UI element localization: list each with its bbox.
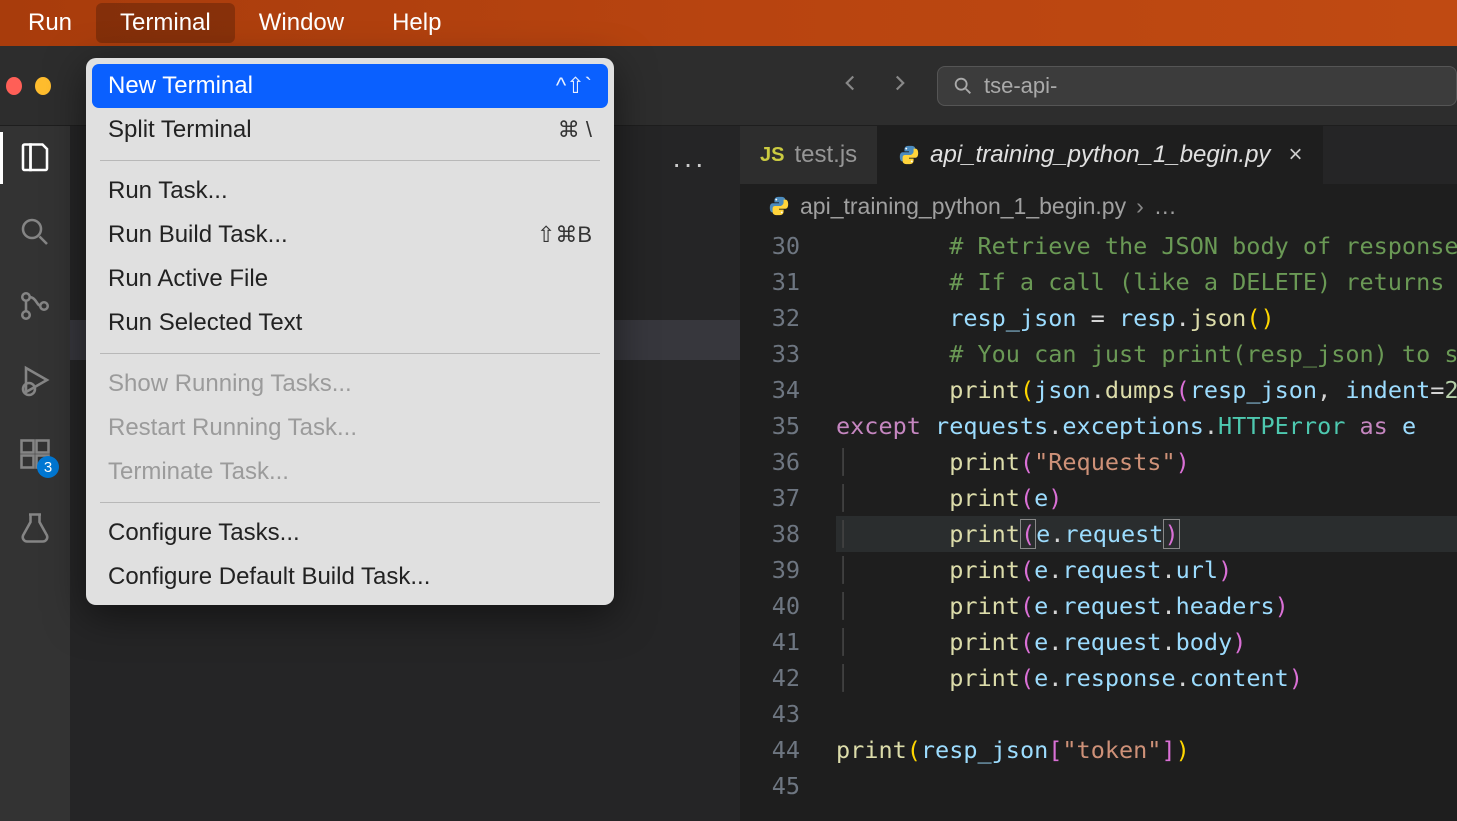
menu-item-run-selected-text[interactable]: Run Selected Text bbox=[86, 301, 614, 345]
menu-item-terminate-task: Terminate Task... bbox=[86, 450, 614, 494]
menu-shortcut: ^⇧` bbox=[556, 73, 592, 99]
menu-item-run-build-task[interactable]: Run Build Task... ⇧⌘B bbox=[86, 213, 614, 257]
menu-item-label: Run Task... bbox=[108, 177, 228, 205]
traffic-lights bbox=[0, 77, 80, 95]
activity-explorer[interactable] bbox=[15, 138, 55, 178]
editor-area: JS test.js api_training_python_1_begin.py ×… bbox=[740, 126, 1457, 821]
activity-scm[interactable] bbox=[15, 286, 55, 326]
menu-run[interactable]: Run bbox=[4, 3, 96, 43]
nav-back-button[interactable] bbox=[837, 70, 863, 101]
breadcrumb-file: api_training_python_1_begin.py bbox=[800, 193, 1126, 220]
nav-forward-button[interactable] bbox=[887, 70, 913, 101]
window-close-button[interactable] bbox=[6, 77, 22, 95]
editor-tabs: JS test.js api_training_python_1_begin.py × bbox=[740, 126, 1457, 184]
tab-api_training_python_1_begin.py[interactable]: api_training_python_1_begin.py × bbox=[878, 126, 1323, 184]
menu-item-show-running-tasks: Show Running Tasks... bbox=[86, 362, 614, 406]
activity-run-debug[interactable] bbox=[15, 360, 55, 400]
menu-item-run-task[interactable]: Run Task... bbox=[86, 169, 614, 213]
python-icon bbox=[768, 195, 790, 217]
code-lines: # Retrieve the JSON body of response # I… bbox=[836, 228, 1457, 804]
close-icon[interactable]: × bbox=[1288, 141, 1302, 169]
menu-item-label: Run Selected Text bbox=[108, 309, 302, 337]
terminal-menu-dropdown: New Terminal ^⇧` Split Terminal ⌘ \ Run Task… bbox=[86, 58, 614, 605]
menu-item-label: Configure Default Build Task... bbox=[108, 563, 430, 591]
command-center-search[interactable]: tse-api- bbox=[937, 66, 1457, 106]
activity-bar: 3 bbox=[0, 126, 70, 821]
nav-arrows bbox=[837, 70, 913, 101]
menu-shortcut: ⌘ \ bbox=[558, 117, 592, 143]
menu-item-label: New Terminal bbox=[108, 72, 253, 100]
breadcrumb[interactable]: api_training_python_1_begin.py › … bbox=[740, 184, 1457, 228]
menubar: RunTerminalWindowHelp bbox=[0, 0, 1457, 46]
line-gutter: 30313233343536373839404142434445 bbox=[740, 228, 836, 821]
menu-item-label: Show Running Tasks... bbox=[108, 370, 352, 398]
menu-terminal[interactable]: Terminal bbox=[96, 3, 235, 43]
tab-test.js[interactable]: JS test.js bbox=[740, 126, 878, 184]
menu-item-run-active-file[interactable]: Run Active File bbox=[86, 257, 614, 301]
search-text: tse-api- bbox=[984, 73, 1057, 99]
search-icon bbox=[17, 214, 53, 250]
window-minimize-button[interactable] bbox=[35, 77, 51, 95]
explorer-icon bbox=[17, 140, 53, 176]
menu-separator bbox=[100, 160, 600, 161]
menu-item-split-terminal[interactable]: Split Terminal ⌘ \ bbox=[86, 108, 614, 152]
js-icon: JS bbox=[760, 144, 784, 167]
menu-item-label: Run Build Task... bbox=[108, 221, 288, 249]
menu-item-configure-tasks[interactable]: Configure Tasks... bbox=[86, 511, 614, 555]
menu-help[interactable]: Help bbox=[368, 3, 465, 43]
testing-icon bbox=[17, 510, 53, 546]
menu-item-new-terminal[interactable]: New Terminal ^⇧` bbox=[92, 64, 608, 108]
menu-item-label: Split Terminal bbox=[108, 116, 252, 144]
breadcrumb-rest: … bbox=[1154, 193, 1177, 220]
search-icon bbox=[952, 75, 974, 97]
activity-search[interactable] bbox=[15, 212, 55, 252]
menu-separator bbox=[100, 502, 600, 503]
menu-item-restart-running-task: Restart Running Task... bbox=[86, 406, 614, 450]
menu-separator bbox=[100, 353, 600, 354]
menu-item-label: Terminate Task... bbox=[108, 458, 289, 486]
chevron-right-icon: › bbox=[1136, 193, 1144, 220]
tab-label: api_training_python_1_begin.py bbox=[930, 141, 1270, 169]
badge: 3 bbox=[37, 456, 59, 478]
activity-extensions[interactable]: 3 bbox=[15, 434, 55, 474]
menu-item-configure-default-build-task[interactable]: Configure Default Build Task... bbox=[86, 555, 614, 599]
menu-item-label: Run Active File bbox=[108, 265, 268, 293]
menu-item-label: Configure Tasks... bbox=[108, 519, 300, 547]
tab-overflow-button[interactable]: ··· bbox=[672, 148, 706, 180]
code-editor[interactable]: 30313233343536373839404142434445 # Retri… bbox=[740, 228, 1457, 821]
tab-label: test.js bbox=[794, 141, 857, 169]
scm-icon bbox=[17, 288, 53, 324]
python-icon bbox=[898, 144, 920, 166]
menu-item-label: Restart Running Task... bbox=[108, 414, 357, 442]
menu-window[interactable]: Window bbox=[235, 3, 368, 43]
run-debug-icon bbox=[17, 362, 53, 398]
activity-testing[interactable] bbox=[15, 508, 55, 548]
menu-shortcut: ⇧⌘B bbox=[537, 222, 592, 248]
